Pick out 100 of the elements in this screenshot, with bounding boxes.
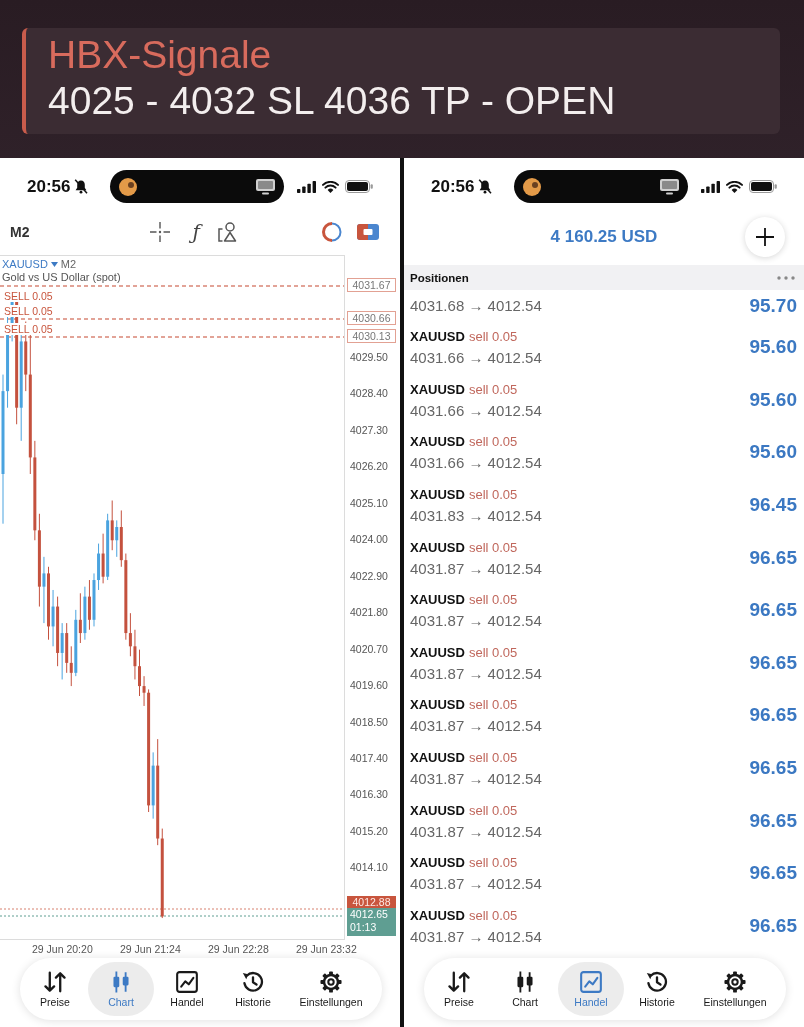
settings-icon — [320, 970, 342, 993]
profit-value: 96.65 — [749, 862, 797, 885]
price-axis-label: 4028.40 — [350, 387, 388, 400]
profit-value: 96.65 — [749, 757, 797, 780]
order-size: sell 0.05 — [468, 854, 518, 873]
ring-icon[interactable] — [321, 221, 342, 242]
add-button[interactable] — [745, 216, 785, 257]
sort-arrows-icon — [44, 970, 66, 993]
profit-value: 95.70 — [749, 294, 797, 317]
symbol-label: XAUUSD — [410, 433, 465, 452]
monitor-icon — [660, 178, 679, 195]
order-size: sell 0.05 — [468, 486, 518, 505]
time-axis-label: 29 Jun 23:32 — [296, 943, 357, 955]
order-label: SELL 0.05 — [2, 290, 55, 302]
profit-value: 96.65 — [749, 651, 797, 674]
nav-tab[interactable]: Handel — [558, 962, 624, 1016]
timeframe-button[interactable]: M2 — [10, 223, 30, 240]
order-label: SELL 0.05 — [2, 305, 55, 317]
symbol-label: XAUUSD — [410, 591, 465, 610]
profit-value: 95.60 — [749, 441, 797, 464]
price-range: 4031.87 → 4012.54 — [410, 821, 542, 842]
order-size: sell 0.05 — [468, 328, 518, 347]
profit-value: 96.45 — [749, 494, 797, 517]
app-icon — [119, 177, 137, 196]
order-label: SELL 0.05 — [2, 323, 55, 335]
price-axis-label: 4029.50 — [350, 351, 388, 363]
time-axis-label: 29 Jun 20:20 — [32, 943, 93, 955]
crosshair-icon[interactable] — [150, 221, 171, 242]
symbol-label: XAUUSD — [410, 854, 465, 873]
price-range: 4031.87 → 4012.54 — [410, 663, 542, 684]
nav-tab[interactable]: Handel — [154, 962, 220, 1016]
nav-tab[interactable]: Preise — [426, 962, 492, 1016]
order-size: sell 0.05 — [468, 538, 518, 557]
price-axis-label: 4022.90 — [350, 569, 388, 582]
tile-icon[interactable] — [356, 223, 379, 240]
wifi-icon — [726, 180, 743, 193]
nav-tab[interactable]: Chart — [492, 962, 558, 1016]
price-range: 4031.87 → 4012.54 — [410, 716, 542, 737]
time-axis-label: 29 Jun 21:24 — [120, 943, 181, 955]
price-range: 4031.66 → 4012.54 — [410, 400, 542, 421]
line-chart-icon — [580, 970, 602, 993]
price-axis-label: 4025.10 — [350, 496, 388, 509]
settings-icon — [724, 970, 746, 993]
price-axis-label: 4017.40 — [350, 751, 388, 764]
price-range: 4031.87 → 4012.54 — [410, 558, 542, 579]
line-chart-icon — [176, 970, 198, 993]
app-icon — [523, 177, 541, 196]
monitor-icon — [256, 178, 275, 195]
symbol-label: XAUUSD — [410, 538, 465, 557]
price-axis-label: 4019.60 — [350, 679, 388, 692]
price-axis-label: 4020.70 — [350, 642, 388, 655]
caret-icon[interactable] — [50, 262, 58, 267]
nav-tab[interactable]: Einstellungen — [690, 962, 780, 1016]
shapes-icon[interactable] — [217, 221, 238, 242]
profit-value: 96.65 — [749, 809, 797, 832]
symbol-label: XAUUSD — [410, 906, 465, 925]
price-axis-label: 4027.30 — [350, 423, 388, 436]
nav-tab[interactable]: Historie — [220, 962, 286, 1016]
symbol-label: XAUUSD — [410, 696, 465, 715]
price-range: 4031.68 → 4012.54 — [410, 296, 542, 316]
price-range: 4031.87 → 4012.54 — [410, 769, 542, 790]
order-size: sell 0.05 — [468, 801, 518, 820]
profit-value: 96.65 — [749, 914, 797, 937]
nav-tab[interactable]: Preise — [22, 962, 88, 1016]
wifi-icon — [322, 180, 339, 193]
order-size: sell 0.05 — [468, 906, 518, 925]
price-range: 4031.83 → 4012.54 — [410, 506, 542, 527]
bar-countdown: 01:13 — [350, 921, 377, 934]
more-icon[interactable] — [777, 275, 795, 280]
symbol-label[interactable]: XAUUSD — [2, 258, 48, 271]
sort-arrows-icon — [448, 970, 470, 993]
plus-icon — [756, 227, 774, 246]
nav-tab[interactable]: Chart — [88, 962, 154, 1016]
time-axis-label: 29 Jun 22:28 — [208, 943, 269, 955]
price-range: 4031.66 → 4012.54 — [410, 453, 542, 474]
price-range: 4031.87 → 4012.54 — [410, 926, 542, 947]
profit-value: 95.60 — [749, 388, 797, 411]
order-size: sell 0.05 — [468, 696, 518, 715]
symbol-label: XAUUSD — [410, 749, 465, 768]
order-size: sell 0.05 — [468, 433, 518, 452]
price-axis-label: 4016.30 — [350, 788, 388, 801]
status-time: 20:56 — [27, 176, 71, 197]
candlestick-icon — [110, 970, 132, 993]
price-axis-label: 4026.20 — [350, 460, 388, 473]
nav-tab[interactable]: Historie — [624, 962, 690, 1016]
bid-price: 4012.65 — [350, 908, 388, 921]
order-size: sell 0.05 — [468, 643, 518, 662]
price-axis-label: 4014.10 — [350, 861, 388, 874]
price-axis-label: 4018.50 — [350, 715, 388, 728]
order-size: sell 0.05 — [468, 749, 518, 768]
symbol-description: Gold vs US Dollar (spot) — [2, 271, 121, 284]
profit-value: 96.65 — [749, 704, 797, 727]
battery-icon — [749, 180, 777, 193]
nav-tab[interactable]: Einstellungen — [286, 962, 376, 1016]
history-icon — [646, 970, 668, 993]
order-size: sell 0.05 — [468, 380, 518, 399]
candlestick-icon — [514, 970, 536, 993]
price-tag: 4030.66 — [347, 311, 396, 325]
profit-value: 95.60 — [749, 336, 797, 359]
order-size: sell 0.05 — [468, 591, 518, 610]
